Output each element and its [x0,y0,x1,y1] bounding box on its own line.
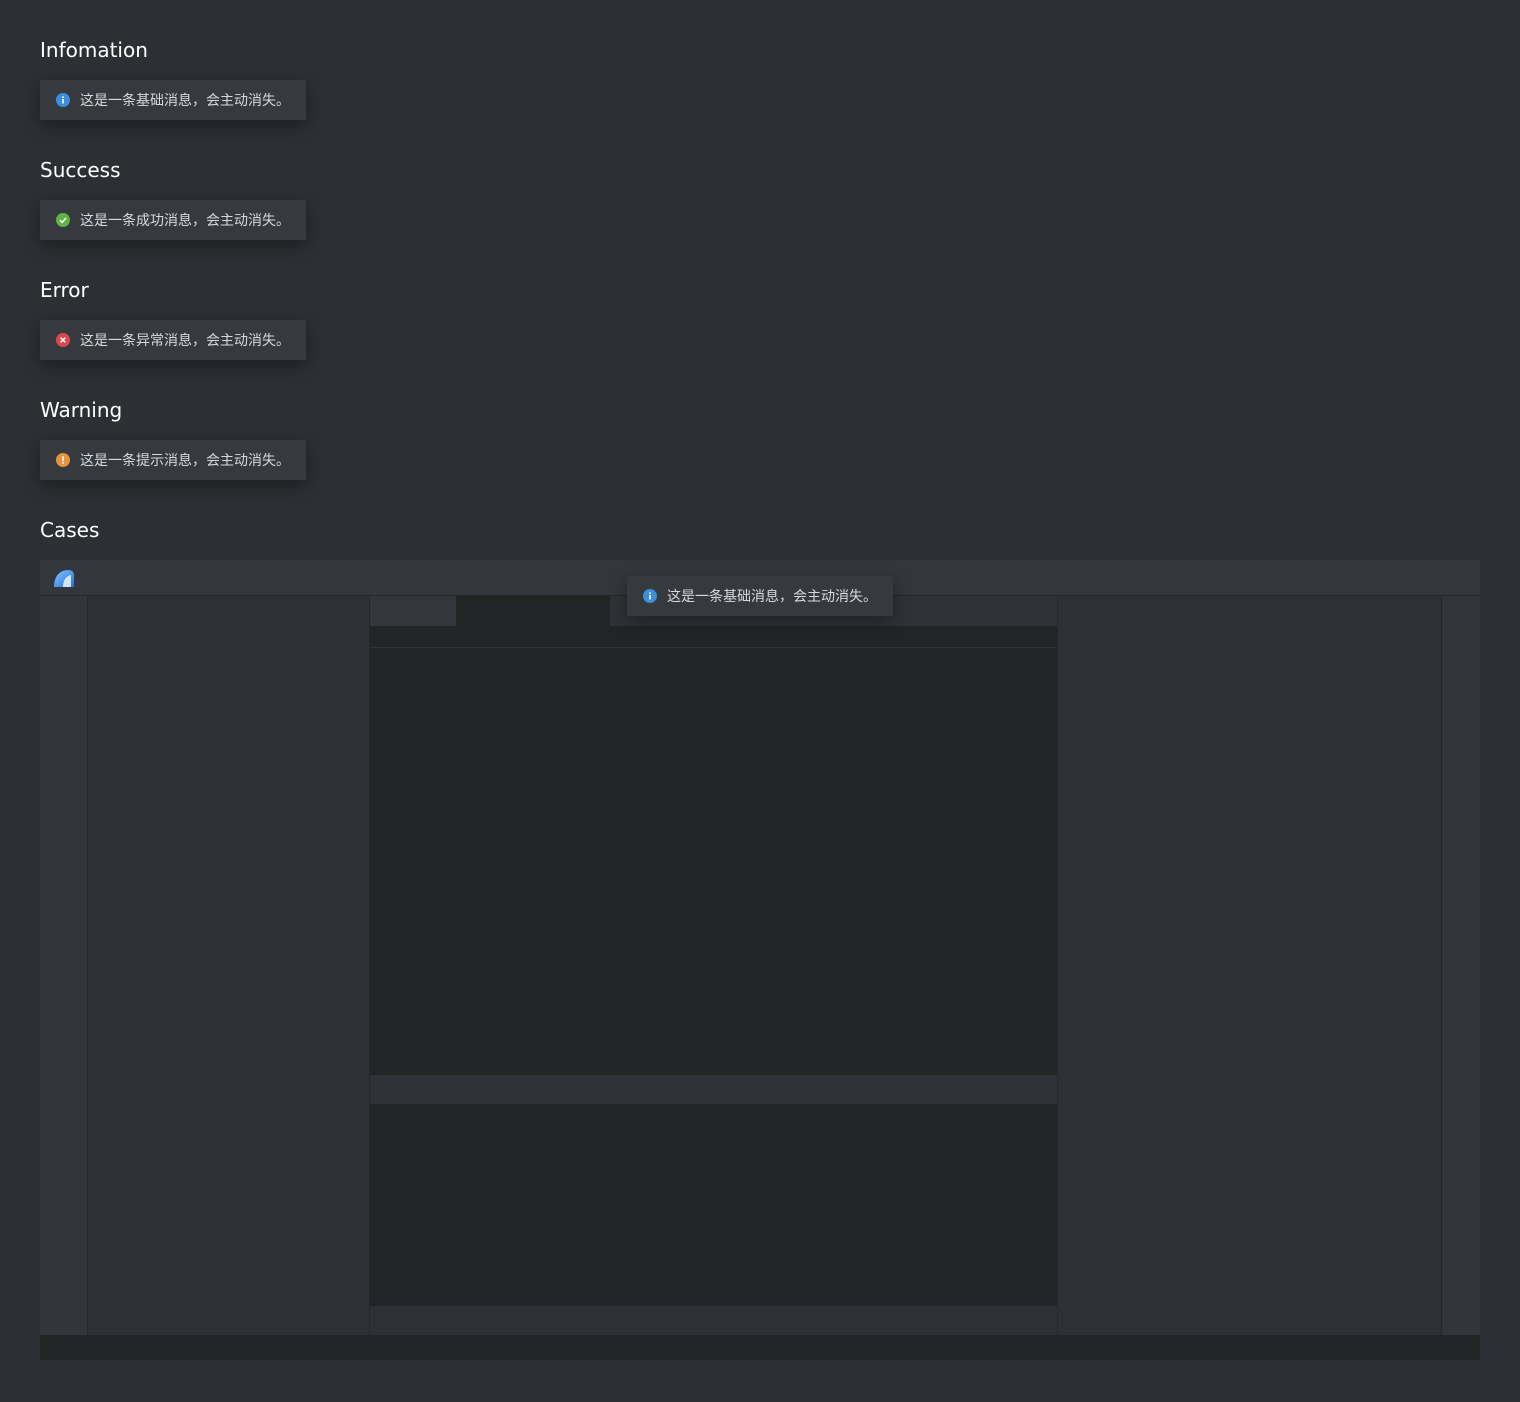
section-title-error: Error [40,278,89,302]
case-tab[interactable] [370,596,456,626]
case-breadcrumb [370,626,1057,648]
info-message-toast: 这是一条基础消息，会主动消失。 [40,80,306,120]
section-title-warning: Warning [40,398,123,422]
case-panel-footer [370,1306,1057,1335]
x-circle-icon [56,333,70,347]
section-title-cases: Cases [40,518,100,542]
success-message-text: 这是一条成功消息，会主动消失。 [80,213,290,229]
case-sidebar [88,596,370,1335]
case-editor-area [370,596,1057,1335]
info-message-text: 这是一条基础消息，会主动消失。 [80,93,290,109]
case-tab-active[interactable] [456,596,610,626]
error-message-toast: 这是一条异常消息，会主动消失。 [40,320,306,360]
app-logo-icon[interactable] [52,567,76,589]
case-status-bar [40,1335,1480,1360]
case-app-window [40,560,1480,1360]
case-code-pane[interactable] [370,648,1057,1075]
case-panel-header [370,1075,1057,1104]
success-message-toast: 这是一条成功消息，会主动消失。 [40,200,306,240]
case-right-panel [1057,596,1441,1335]
warning-message-text: 这是一条提示消息，会主动消失。 [80,453,290,469]
info-icon [643,589,657,603]
section-title-information: Infomation [40,38,148,62]
case-right-rail [1441,596,1480,1335]
case-bottom-panel[interactable] [370,1104,1057,1306]
case-activity-bar [40,596,88,1335]
check-circle-icon [56,213,70,227]
section-title-success: Success [40,158,121,182]
exclamation-circle-icon [56,453,70,467]
warning-message-toast: 这是一条提示消息，会主动消失。 [40,440,306,480]
cases-toast-text: 这是一条基础消息，会主动消失。 [667,589,877,605]
error-message-text: 这是一条异常消息，会主动消失。 [80,333,290,349]
cases-info-toast: 这是一条基础消息，会主动消失。 [627,576,893,616]
info-icon [56,93,70,107]
